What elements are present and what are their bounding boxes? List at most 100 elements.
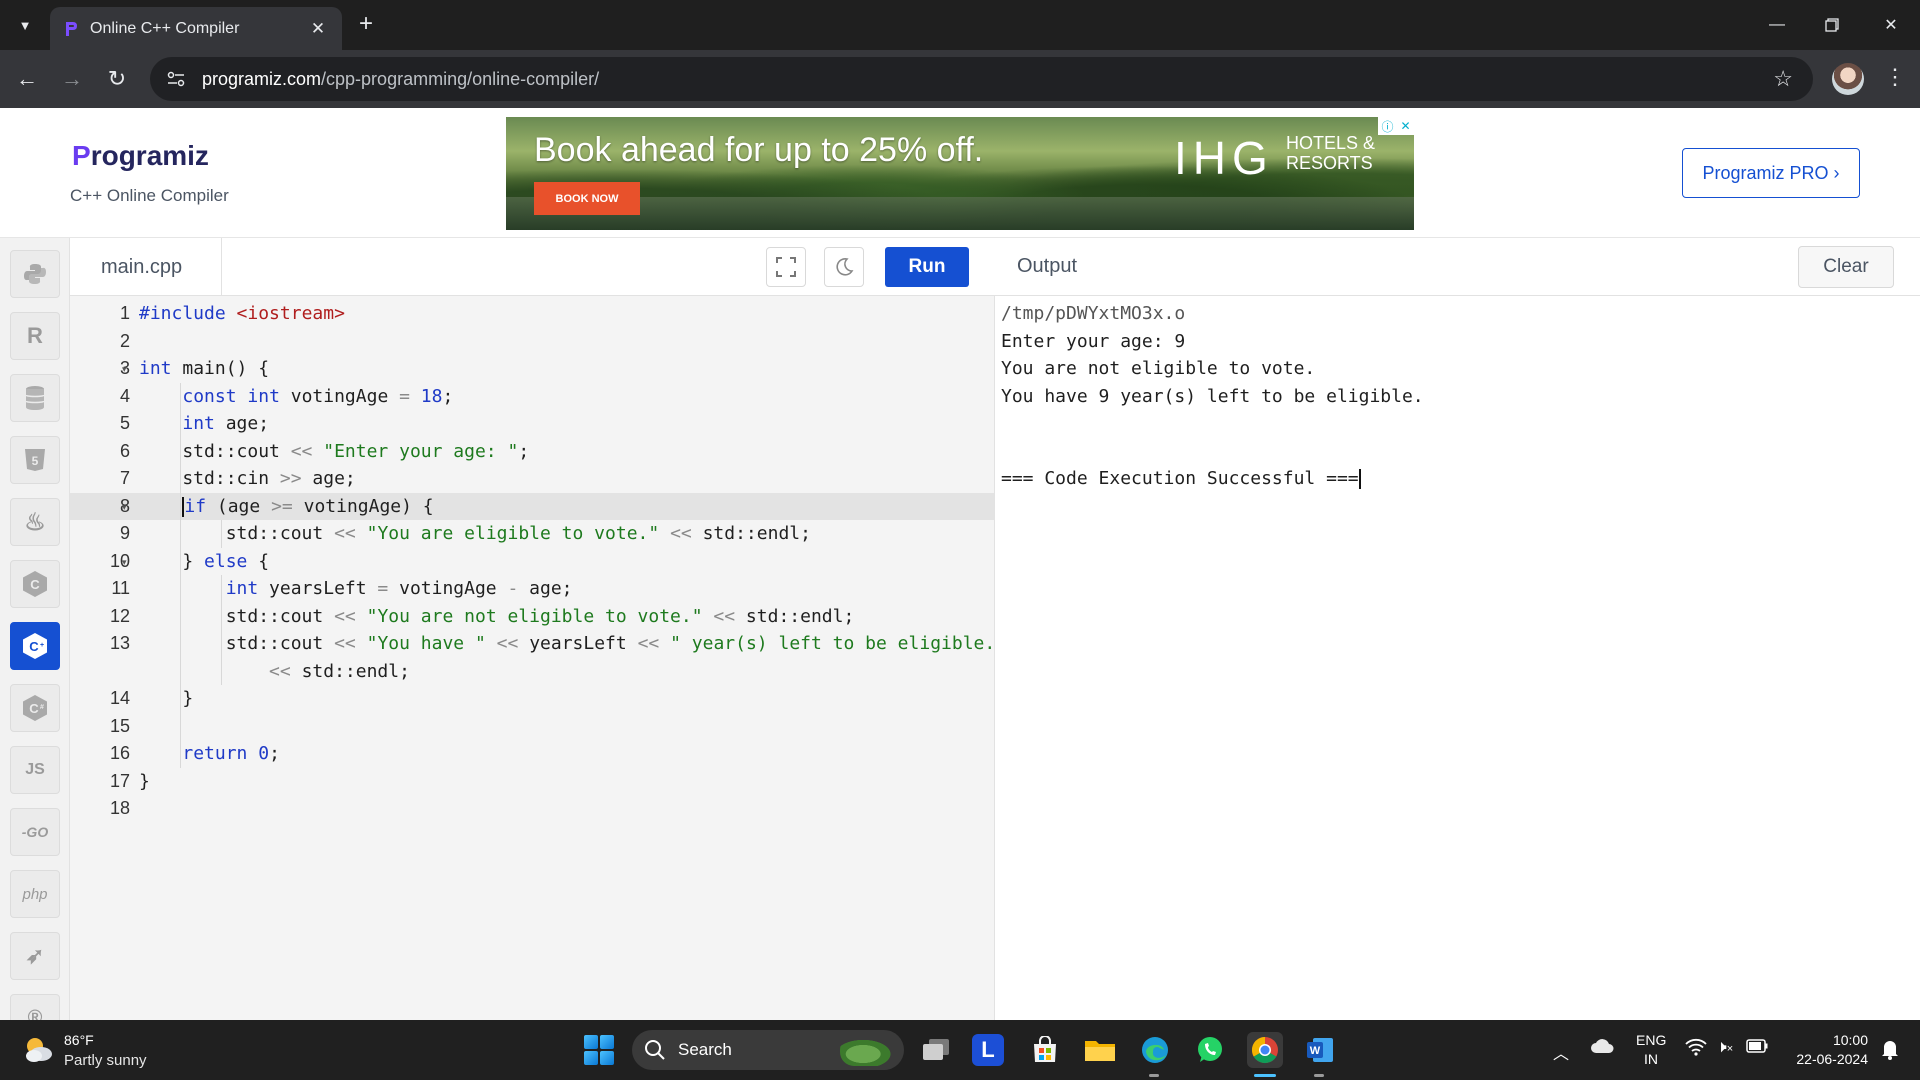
clear-button[interactable]: Clear (1798, 246, 1894, 288)
fullscreen-icon[interactable] (766, 247, 806, 287)
restore-icon[interactable] (1812, 10, 1852, 40)
line-number: 16 (109, 743, 130, 763)
dark-mode-moon-icon[interactable] (824, 247, 864, 287)
windows-start-icon[interactable] (584, 1035, 614, 1065)
ad-choices[interactable]: ⓘ ✕ (1378, 117, 1414, 135)
code-line[interactable]: } (139, 768, 150, 796)
code-line[interactable]: return 0; (139, 740, 280, 768)
site-info-icon[interactable] (156, 59, 196, 99)
file-tab[interactable]: main.cpp (70, 238, 222, 296)
editor-header: main.cpp Run (70, 238, 995, 296)
php-icon[interactable]: php (10, 870, 60, 918)
code-line[interactable]: #include <iostream> (139, 300, 345, 328)
programiz-pro-button[interactable]: Programiz PRO › (1682, 148, 1860, 198)
tab-title: Online C++ Compiler (90, 19, 240, 37)
task-view-icon[interactable] (918, 1032, 954, 1068)
close-window-icon[interactable]: ✕ (1871, 10, 1911, 40)
line-number: 14 (109, 688, 130, 708)
go-language-icon[interactable]: -GO (10, 808, 60, 856)
file-explorer-icon[interactable] (1082, 1032, 1118, 1068)
cpp-language-icon[interactable]: C + (10, 622, 60, 670)
browser-tab[interactable]: Online C++ Compiler ✕ (50, 7, 342, 50)
reload-icon[interactable]: ↻ (102, 64, 132, 94)
tab-search-chevron-icon[interactable]: ▼ (12, 12, 38, 38)
language-indicator-in[interactable]: IN (1636, 1051, 1666, 1067)
code-editor[interactable]: 1 2 3 ▾ 4 5 6 7 8 ▾ 9 10 ▾ 11 12 13 14 15 16 17 18 #include … (70, 296, 995, 1020)
line-number: 9 (119, 523, 130, 543)
code-line[interactable]: int yearsLeft = votingAge - age; (139, 575, 573, 603)
volume-muted-icon[interactable]: 🕨× (1716, 1037, 1733, 1057)
code-line[interactable]: const int votingAge = 18; (139, 383, 453, 411)
ad-info-icon[interactable]: ⓘ (1381, 118, 1393, 135)
line-number: 8 (119, 495, 130, 516)
ad-book-now-button[interactable]: BOOK NOW (534, 182, 640, 215)
back-icon[interactable]: ← (12, 64, 42, 94)
html5-icon[interactable]: 5 (10, 436, 60, 484)
code-line[interactable]: std::cout << "You are not eligible to vo… (139, 603, 855, 631)
code-line[interactable]: std::cout << "You are eligible to vote."… (139, 520, 811, 548)
notification-bell-icon[interactable] (1880, 1038, 1900, 1065)
code-line[interactable]: std::cin >> age; (139, 465, 355, 493)
code-line[interactable]: } (139, 685, 193, 713)
code-line[interactable]: std::cout << "You have " << yearsLeft <<… (139, 630, 994, 658)
line-number: 18 (109, 798, 130, 818)
taskbar-search[interactable]: Search (632, 1030, 904, 1070)
line-number: 3 (119, 358, 130, 378)
c-language-icon[interactable]: C (10, 560, 60, 608)
chrome-browser-icon[interactable] (1247, 1032, 1283, 1068)
run-button[interactable]: Run (885, 247, 969, 287)
wifi-icon[interactable] (1685, 1038, 1707, 1061)
output-console[interactable]: /tmp/pDWYxtMO3x.o Enter your age: 9 You ar… (995, 296, 1920, 1020)
code-line[interactable]: std::cout << "Enter your age: "; (139, 438, 529, 466)
onedrive-cloud-icon[interactable] (1590, 1038, 1614, 1059)
code-line[interactable]: } else { (139, 548, 269, 576)
python-icon[interactable] (10, 250, 60, 298)
new-tab-icon[interactable]: + (352, 11, 380, 39)
java-icon[interactable]: ♨ (10, 498, 60, 546)
programiz-logo[interactable]: Programiz (72, 140, 209, 172)
line-number: 2 (119, 330, 130, 351)
tab-close-icon[interactable]: ✕ (308, 19, 328, 39)
r-language-icon[interactable]: R (10, 312, 60, 360)
search-highlight-image (840, 1036, 898, 1066)
weather-temperature[interactable]: 86°F (64, 1032, 94, 1048)
microsoft-store-icon[interactable] (1027, 1032, 1063, 1068)
csharp-language-icon[interactable]: C # (10, 684, 60, 732)
output-line: Enter your age: 9 (1001, 330, 1186, 352)
fold-toggle-icon[interactable]: ▾ (122, 364, 127, 375)
sql-database-icon[interactable] (10, 374, 60, 422)
url-path: /cpp-programming/online-compiler/ (321, 68, 600, 89)
profile-avatar[interactable] (1832, 63, 1864, 95)
url-text[interactable]: programiz.com/cpp-programming/online-com… (202, 69, 599, 90)
swift-icon[interactable]: ➶ (10, 932, 60, 980)
clock-time[interactable]: 10:00 (1778, 1032, 1868, 1048)
line-number: 15 (109, 715, 130, 736)
fold-toggle-icon[interactable]: ▾ (122, 557, 127, 568)
bookmark-star-icon[interactable]: ☆ (1773, 66, 1793, 92)
battery-icon[interactable] (1746, 1039, 1768, 1058)
word-icon[interactable]: W (1302, 1032, 1338, 1068)
address-bar[interactable]: programiz.com/cpp-programming/online-com… (150, 57, 1813, 101)
ad-close-icon[interactable]: ✕ (1400, 119, 1410, 133)
forward-icon[interactable]: → (57, 64, 87, 94)
rust-icon[interactable]: ® (10, 994, 60, 1020)
javascript-icon[interactable]: JS (10, 746, 60, 794)
minimize-icon[interactable]: — (1757, 10, 1797, 40)
restore-glyph-icon (1825, 18, 1839, 32)
clock-date[interactable]: 22-06-2024 (1778, 1051, 1868, 1067)
partly-sunny-weather-icon[interactable] (22, 1034, 54, 1064)
indent-guide (180, 382, 181, 768)
code-line[interactable]: if (age >= votingAge) { (139, 493, 434, 521)
l-app-icon[interactable]: L (972, 1034, 1004, 1066)
code-line[interactable]: int main() { (139, 355, 269, 383)
code-line[interactable]: int age; (139, 410, 269, 438)
browser-menu-icon[interactable]: ⋮ (1884, 64, 1906, 90)
weather-description[interactable]: Partly sunny (64, 1052, 147, 1069)
whatsapp-icon[interactable] (1192, 1032, 1228, 1068)
advertisement-banner[interactable]: Book ahead for up to 25% off. BOOK NOW I… (506, 117, 1414, 230)
language-indicator-eng[interactable]: ENG (1636, 1032, 1666, 1048)
show-hidden-icons-chevron-icon[interactable]: ︿ (1553, 1040, 1569, 1064)
ad-brand-sub-1: HOTELS & (1286, 133, 1376, 153)
edge-browser-icon[interactable] (1137, 1032, 1173, 1068)
fold-toggle-icon[interactable]: ▾ (122, 502, 127, 513)
